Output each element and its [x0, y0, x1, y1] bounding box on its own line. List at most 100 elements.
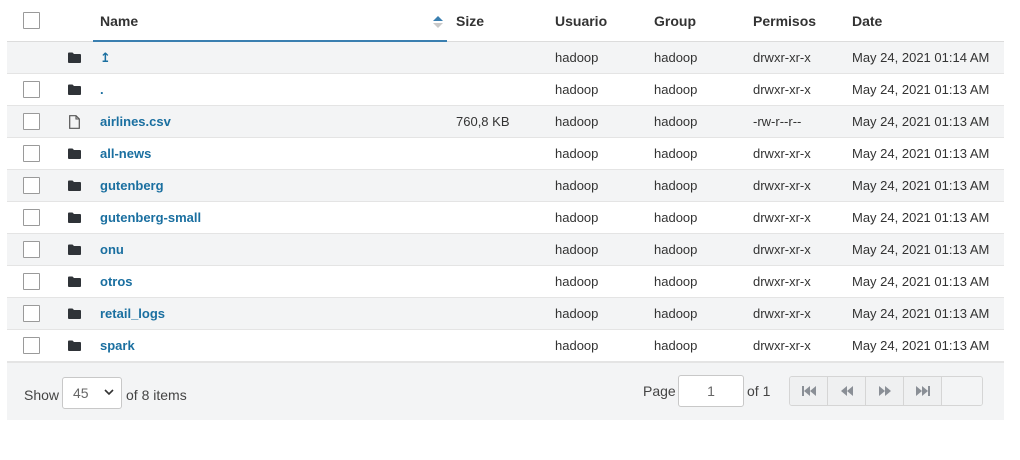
size-cell	[456, 266, 551, 297]
date-cell: May 24, 2021 01:14 AM	[852, 50, 990, 65]
size-cell	[456, 138, 551, 169]
row-checkbox[interactable]	[23, 81, 40, 98]
next-page-button[interactable]	[866, 377, 904, 405]
file-name-link[interactable]: retail_logs	[100, 306, 165, 321]
folder-icon	[67, 298, 81, 329]
row-checkbox[interactable]	[23, 145, 40, 162]
permissions-cell: drwxr-xr-x	[753, 178, 811, 193]
table-row[interactable]: ↥ hadoop hadoop drwxr-xr-x May 24, 2021 01:1…	[7, 42, 1004, 74]
file-icon	[67, 106, 81, 137]
row-checkbox[interactable]	[23, 177, 40, 194]
table-row[interactable]: onu hadoop hadoop drwxr-xr-x May 24, 2021 01…	[7, 234, 1004, 266]
date-cell: May 24, 2021 01:13 AM	[852, 146, 990, 161]
date-cell: May 24, 2021 01:13 AM	[852, 242, 990, 257]
date-cell: May 24, 2021 01:13 AM	[852, 274, 990, 289]
permissions-cell: drwxr-xr-x	[753, 82, 811, 97]
next-page-icon	[878, 386, 891, 396]
column-header-name[interactable]: Name	[100, 0, 445, 41]
date-cell: May 24, 2021 01:13 AM	[852, 338, 990, 353]
size-cell	[456, 74, 551, 105]
table-row[interactable]: gutenberg hadoop hadoop drwxr-xr-x May 24, 2…	[7, 170, 1004, 202]
user-cell: hadoop	[555, 210, 599, 225]
user-cell: hadoop	[555, 306, 599, 321]
table-row[interactable]: spark hadoop hadoop drwxr-xr-x May 24, 2021 …	[7, 330, 1004, 362]
row-checkbox[interactable]	[23, 113, 40, 130]
file-name-link[interactable]: spark	[100, 338, 135, 353]
column-header-size[interactable]: Size	[456, 0, 551, 41]
file-name-link[interactable]: otros	[100, 274, 133, 289]
permissions-cell: drwxr-xr-x	[753, 146, 811, 161]
table-row[interactable]: otros hadoop hadoop drwxr-xr-x May 24, 2021 …	[7, 266, 1004, 298]
column-header-date[interactable]: Date	[852, 0, 1002, 41]
column-header-user[interactable]: Usuario	[555, 0, 650, 41]
row-select-cell	[23, 74, 41, 105]
folder-icon	[67, 330, 81, 361]
folder-icon	[67, 266, 81, 297]
column-header-permissions[interactable]: Permisos	[753, 0, 848, 41]
parent-directory-icon[interactable]: ↥	[100, 50, 111, 66]
page-number-input[interactable]: 1	[678, 375, 744, 407]
folder-icon	[67, 234, 81, 265]
size-cell	[456, 202, 551, 233]
table-row[interactable]: gutenberg-small hadoop hadoop drwxr-xr-x May…	[7, 202, 1004, 234]
date-cell: May 24, 2021 01:13 AM	[852, 178, 990, 193]
name-cell: onu	[100, 234, 445, 265]
file-name-link[interactable]: gutenberg-small	[100, 210, 201, 225]
permissions-cell: drwxr-xr-x	[753, 210, 811, 225]
file-name-link[interactable]: airlines.csv	[100, 114, 171, 129]
chevron-down-icon	[104, 389, 114, 396]
folder-icon	[67, 202, 81, 233]
file-name-link[interactable]: all-news	[100, 146, 151, 161]
folder-icon	[67, 170, 81, 201]
row-select-cell	[23, 170, 41, 201]
table-row[interactable]: airlines.csv 760,8 KB hadoop hadoop -rw-r--r…	[7, 106, 1004, 138]
folder-icon	[67, 74, 81, 105]
name-cell: .	[100, 74, 445, 105]
row-select-cell	[23, 42, 41, 73]
group-cell: hadoop	[654, 242, 698, 257]
column-user-label: Usuario	[555, 12, 608, 29]
column-name-label: Name	[100, 12, 139, 29]
date-cell: May 24, 2021 01:13 AM	[852, 306, 990, 321]
user-cell: hadoop	[555, 338, 599, 353]
table-row[interactable]: . hadoop hadoop drwxr-xr-x May 24, 2021 01:1…	[7, 74, 1004, 106]
name-cell: gutenberg	[100, 170, 445, 201]
user-cell: hadoop	[555, 146, 599, 161]
select-all-cell	[23, 0, 41, 41]
permissions-cell: drwxr-xr-x	[753, 242, 811, 257]
table-row[interactable]: retail_logs hadoop hadoop drwxr-xr-x May 24,…	[7, 298, 1004, 330]
table-row[interactable]: all-news hadoop hadoop drwxr-xr-x May 24, 20…	[7, 138, 1004, 170]
row-select-cell	[23, 106, 41, 137]
column-header-group[interactable]: Group	[654, 0, 749, 41]
group-cell: hadoop	[654, 146, 698, 161]
sort-ascending-icon[interactable]	[432, 15, 444, 29]
name-cell: all-news	[100, 138, 445, 169]
permissions-cell: drwxr-xr-x	[753, 338, 811, 353]
name-cell: spark	[100, 330, 445, 361]
page-size-select[interactable]: 45	[62, 377, 122, 409]
size-cell	[456, 42, 551, 73]
row-checkbox[interactable]	[23, 209, 40, 226]
size-cell: 760,8 KB	[456, 114, 510, 129]
row-checkbox[interactable]	[23, 305, 40, 322]
file-name-link[interactable]: gutenberg	[100, 178, 164, 193]
page-label: Page	[643, 383, 676, 399]
date-cell: May 24, 2021 01:13 AM	[852, 210, 990, 225]
select-all-checkbox[interactable]	[23, 12, 40, 29]
file-name-link[interactable]: .	[100, 82, 104, 97]
last-page-button[interactable]	[904, 377, 942, 405]
row-checkbox[interactable]	[23, 337, 40, 354]
file-name-link[interactable]: onu	[100, 242, 124, 257]
permissions-cell: drwxr-xr-x	[753, 50, 811, 65]
file-browser-table: Name Size Usuario Group Permisos Date ↥ h…	[7, 0, 1004, 362]
page-count-label: of 1	[747, 383, 771, 399]
user-cell: hadoop	[555, 242, 599, 257]
first-page-button[interactable]	[790, 377, 828, 405]
name-cell: ↥	[100, 42, 445, 73]
pagination-footer: Show 45 of 8 items Page 1 of 1	[7, 362, 1004, 420]
previous-page-button[interactable]	[828, 377, 866, 405]
size-cell	[456, 234, 551, 265]
row-checkbox[interactable]	[23, 273, 40, 290]
row-checkbox[interactable]	[23, 241, 40, 258]
column-permissions-label: Permisos	[753, 12, 817, 29]
